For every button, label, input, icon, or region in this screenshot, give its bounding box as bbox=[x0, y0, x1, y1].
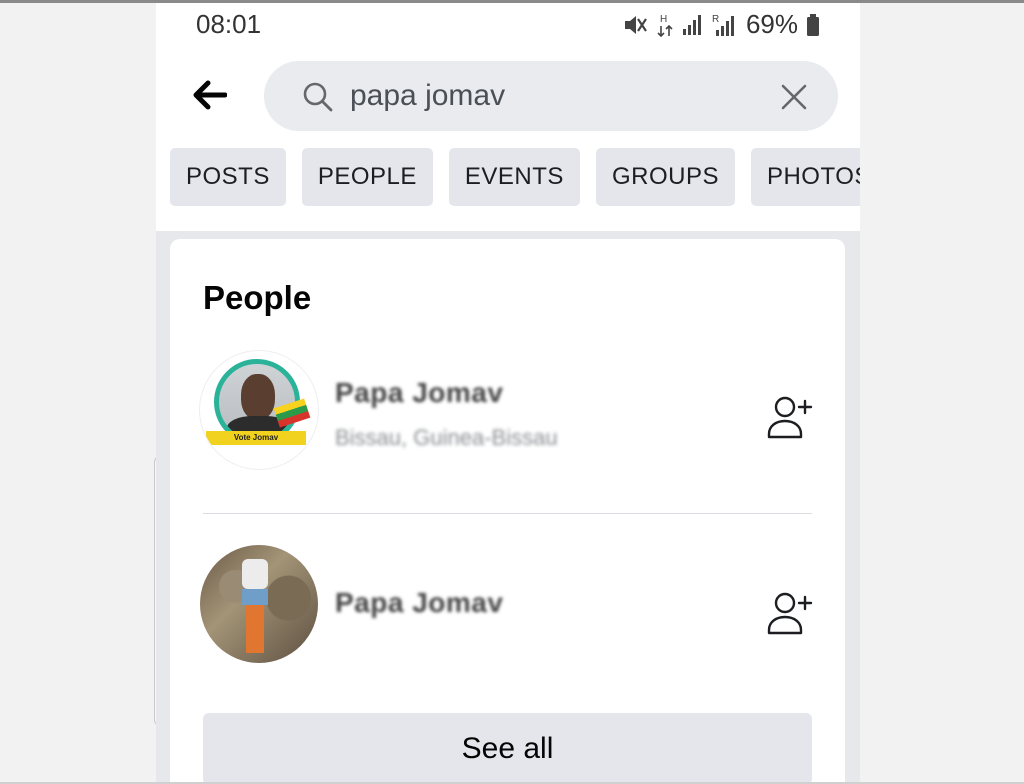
avatar-figure-legs bbox=[246, 605, 264, 653]
person-name[interactable]: Papa Jomav bbox=[335, 587, 503, 619]
tab-posts[interactable]: POSTS bbox=[170, 148, 286, 206]
divider bbox=[203, 513, 812, 514]
mute-icon bbox=[624, 15, 647, 34]
tab-photos[interactable]: PHOTOS bbox=[750, 148, 860, 206]
avatar-figure-shorts bbox=[242, 589, 268, 605]
avatar[interactable] bbox=[200, 545, 318, 663]
search-filter-tabs: POSTS PEOPLE EVENTS GROUPS PHOTOS bbox=[170, 148, 860, 206]
search-bar[interactable] bbox=[264, 61, 838, 131]
avatar[interactable]: Vote Jomav bbox=[200, 351, 318, 469]
battery-percent: 69% bbox=[745, 9, 798, 39]
svg-text:H: H bbox=[660, 14, 667, 25]
status-icons: H R 69% bbox=[622, 9, 820, 40]
tab-events[interactable]: EVENTS bbox=[448, 148, 580, 206]
search-header: 08:01 H R 69% papa jomav POSTS PEOPLE EV… bbox=[156, 3, 860, 231]
add-friend-icon[interactable] bbox=[765, 589, 815, 639]
person-result[interactable]: Vote Jomav Papa Jomav Bissau, Guinea-Bis… bbox=[170, 351, 845, 481]
person-location: Bissau, Guinea-Bissau bbox=[335, 425, 558, 450]
people-results-card: People Vote Jomav Papa Jomav Bissau, Gui… bbox=[170, 239, 845, 784]
svg-text:R: R bbox=[712, 14, 719, 25]
avatar-figure bbox=[242, 559, 268, 589]
add-friend-icon[interactable] bbox=[765, 393, 815, 443]
search-input[interactable] bbox=[350, 73, 750, 119]
close-icon[interactable] bbox=[780, 83, 808, 111]
tab-groups[interactable]: GROUPS bbox=[595, 148, 735, 206]
data-transfer-icon: H bbox=[657, 14, 673, 37]
arrow-left-icon bbox=[193, 80, 227, 110]
back-button[interactable] bbox=[186, 71, 234, 119]
status-bar: 08:01 H R 69% bbox=[156, 3, 860, 43]
roaming-signal-icon: R bbox=[712, 14, 734, 36]
phone-screen: 08:01 H R 69% papa jomav POSTS PEOPLE EV… bbox=[156, 3, 860, 784]
see-all-button[interactable]: See all bbox=[203, 713, 812, 784]
section-title: People bbox=[203, 279, 312, 316]
battery-icon bbox=[807, 13, 819, 36]
avatar-face bbox=[241, 374, 275, 420]
person-result[interactable]: Papa Jomav bbox=[170, 545, 845, 675]
status-time: 08:01 bbox=[196, 9, 262, 39]
search-icon bbox=[303, 82, 333, 112]
avatar-banner: Vote Jomav bbox=[206, 431, 306, 445]
person-name[interactable]: Papa Jomav bbox=[335, 377, 503, 409]
tab-people[interactable]: PEOPLE bbox=[301, 148, 433, 206]
signal-icon bbox=[682, 14, 701, 35]
